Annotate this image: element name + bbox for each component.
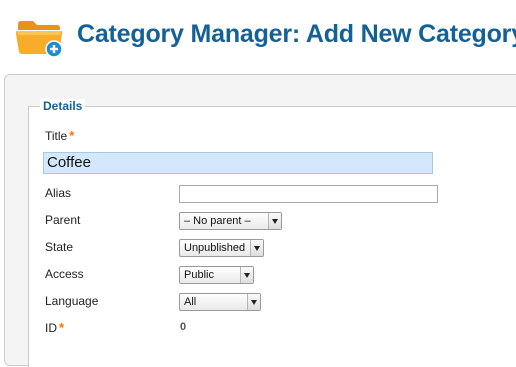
id-label: ID * xyxy=(45,320,64,335)
page-header: Category Manager: Add New Category xyxy=(0,0,516,72)
chevron-down-icon xyxy=(240,267,253,283)
required-marker: * xyxy=(69,128,75,143)
language-select[interactable]: All xyxy=(179,293,261,311)
access-select[interactable]: Public xyxy=(179,266,254,284)
language-label: Language xyxy=(45,294,99,308)
access-label: Access xyxy=(45,267,84,281)
page-title: Category Manager: Add New Category xyxy=(77,20,516,48)
required-marker: * xyxy=(59,320,65,335)
details-fieldset xyxy=(28,106,516,367)
title-input[interactable] xyxy=(43,152,433,174)
state-label: State xyxy=(45,240,74,254)
title-label-text: Title xyxy=(45,129,68,143)
id-value: 0 xyxy=(180,321,187,333)
alias-input[interactable] xyxy=(179,185,438,203)
state-select-value: Unpublished xyxy=(184,242,246,254)
chevron-down-icon xyxy=(247,294,260,310)
parent-select[interactable]: – No parent – xyxy=(179,212,282,230)
language-select-value: All xyxy=(184,296,197,308)
details-legend: Details xyxy=(40,99,86,113)
state-select[interactable]: Unpublished xyxy=(179,239,264,257)
chevron-down-icon xyxy=(268,213,281,229)
access-select-value: Public xyxy=(184,269,214,281)
id-label-text: ID xyxy=(45,321,57,335)
parent-label: Parent xyxy=(45,213,81,227)
parent-select-value: – No parent – xyxy=(184,215,251,227)
chevron-down-icon xyxy=(250,240,263,256)
folder-add-icon xyxy=(16,21,63,58)
title-label: Title * xyxy=(45,128,74,143)
alias-label: Alias xyxy=(45,186,72,200)
